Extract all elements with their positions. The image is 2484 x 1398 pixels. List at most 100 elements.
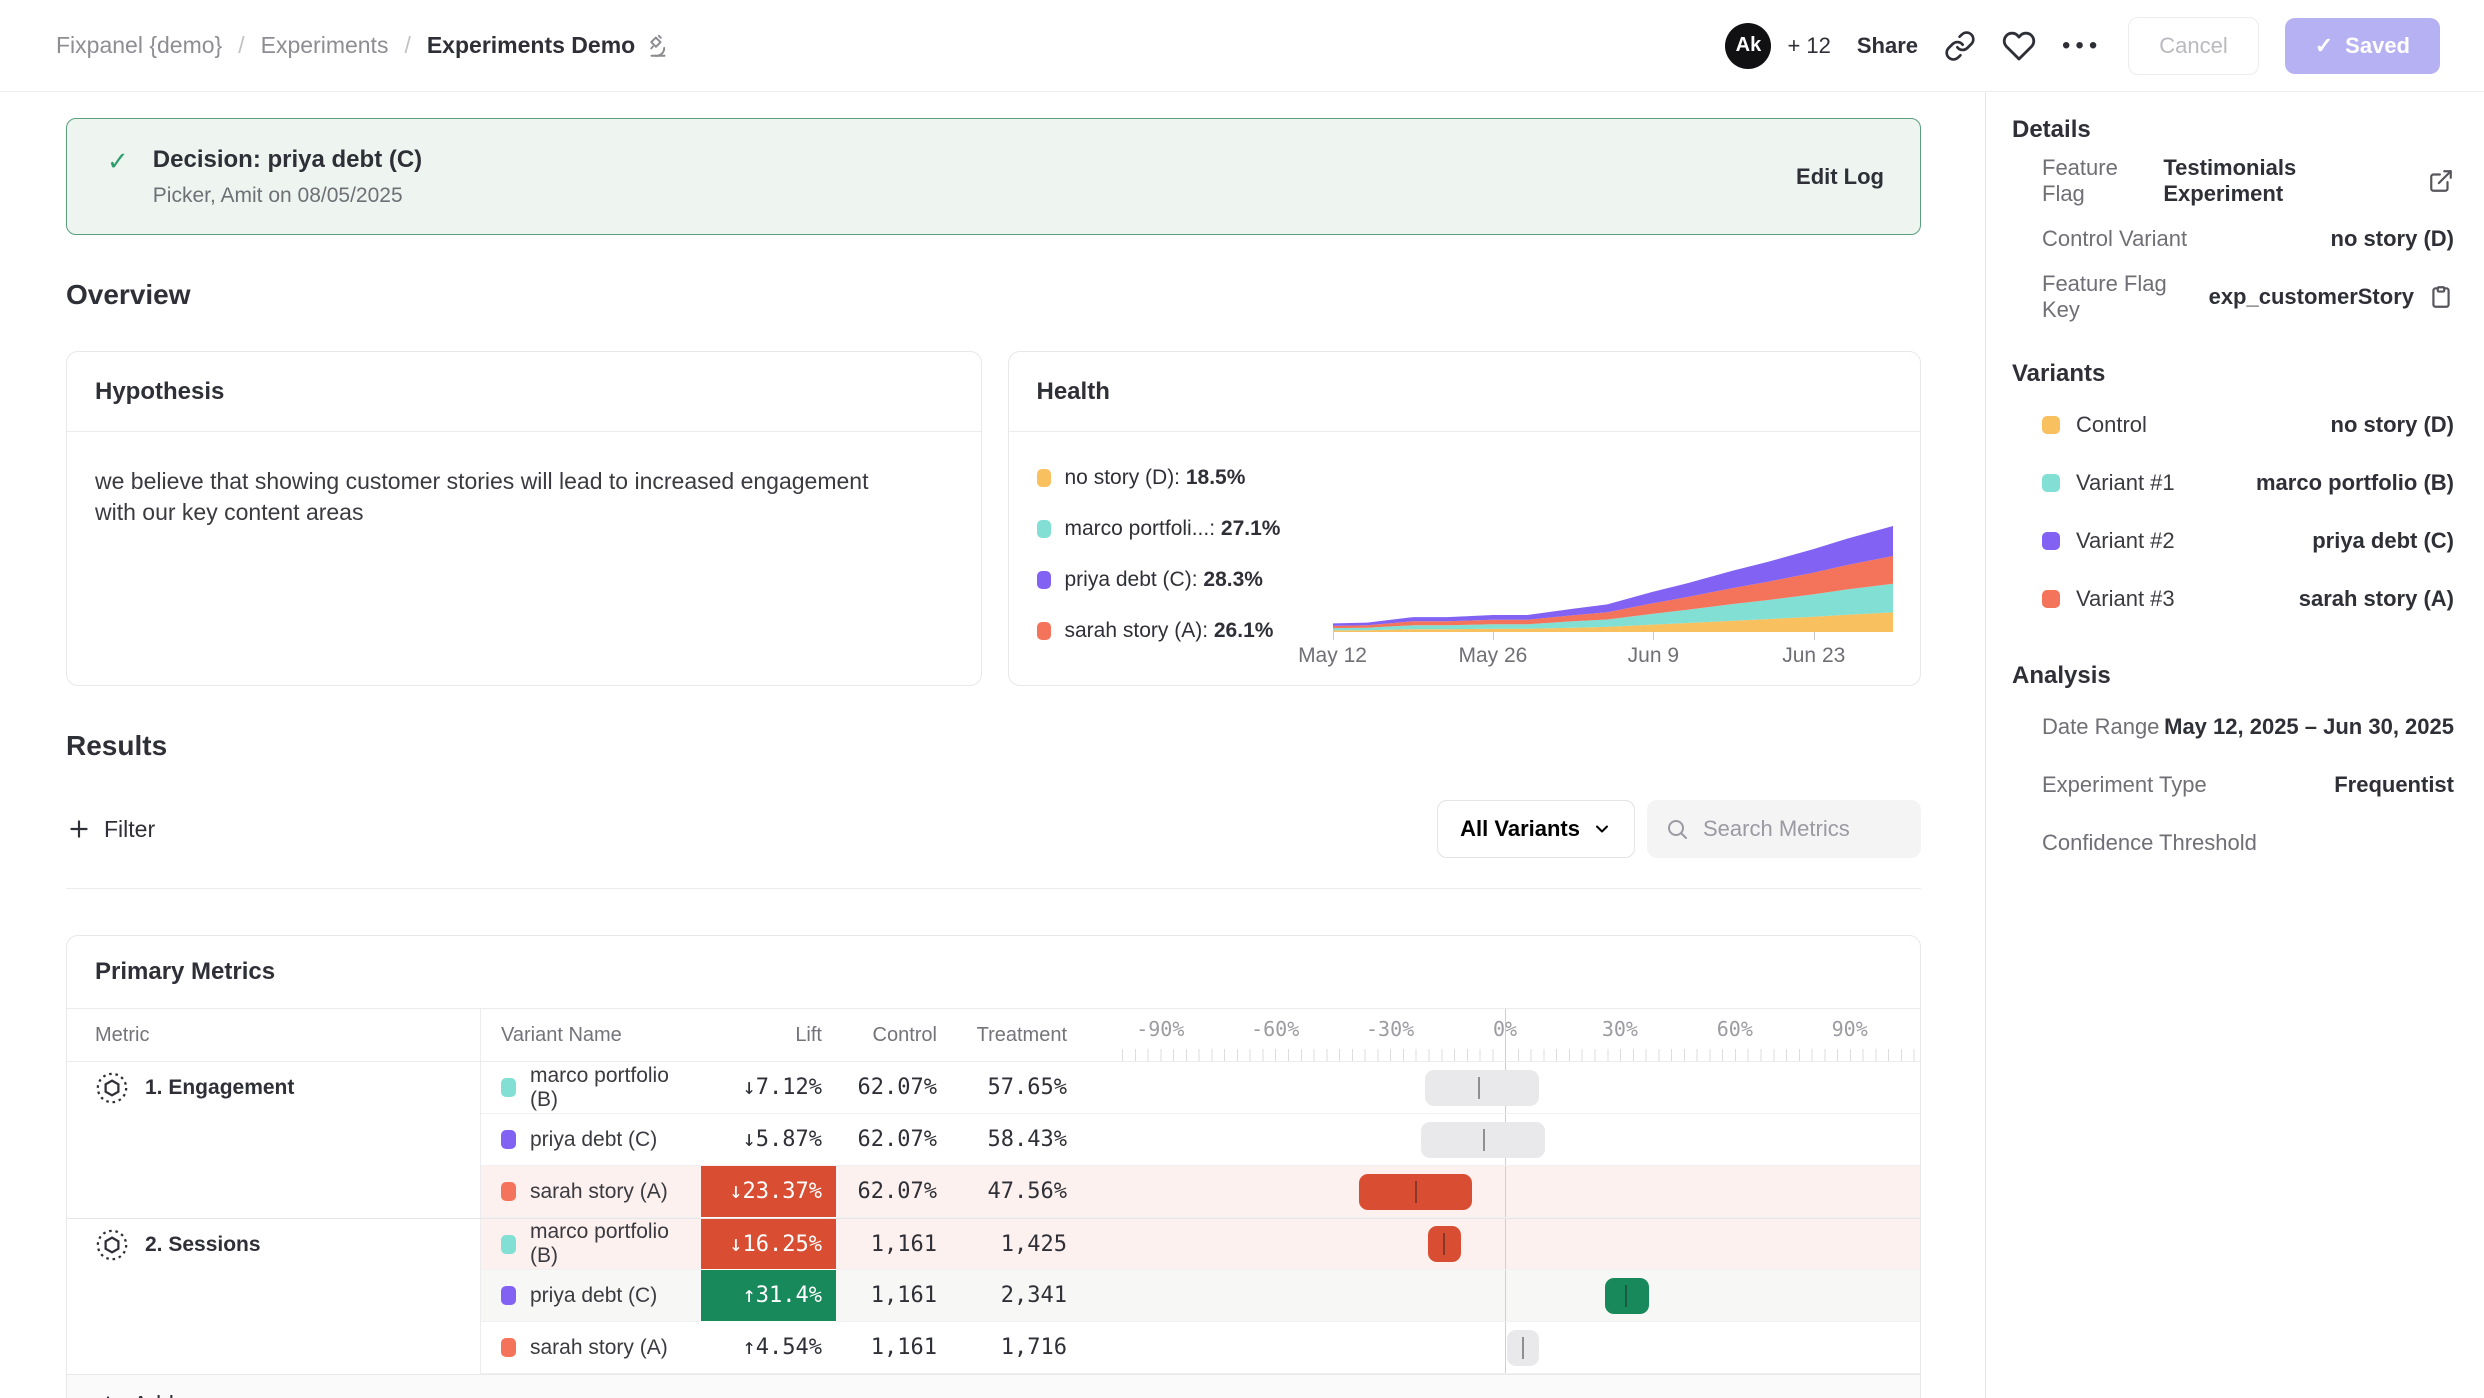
variant-name: marco portfolio (B) [530,1064,701,1112]
filter-button[interactable]: Filter [66,816,155,843]
breadcrumb: Fixpanel {demo} / Experiments / Experime… [56,32,671,59]
copy-button[interactable] [2428,284,2454,310]
variant-slot-name: Variant #2 [2076,528,2175,554]
legend-value: 18.5% [1186,466,1246,489]
variant-color-chip [501,1078,516,1097]
metric-name-cell [67,1322,481,1374]
cancel-button[interactable]: Cancel [2128,17,2258,75]
legend-item[interactable]: no story (D): 18.5% [1037,466,1333,490]
control-value: 1,161 [836,1218,951,1270]
ci-point-tick [1478,1077,1480,1099]
metric-table-row[interactable]: sarah story (A)↓23.37%62.07%47.56% [67,1166,1920,1218]
search-metrics-box [1647,800,1921,858]
treatment-value: 1,425 [951,1218,1081,1270]
external-link-icon[interactable] [2428,168,2454,194]
variant-label: Control [2042,412,2147,438]
legend-color-chip [1037,469,1051,487]
saved-button[interactable]: ✓ Saved [2285,18,2440,74]
metric-table-row[interactable]: sarah story (A)↑4.54%1,1611,716 [67,1322,1920,1374]
metric-table-row[interactable]: 2. Sessionsmarco portfolio (B)↓16.25%1,1… [67,1218,1920,1270]
ci-point-tick [1443,1233,1445,1255]
health-area-chart [1333,526,1893,632]
more-options-button[interactable]: ••• [2062,32,2102,60]
axis-tick-label: -60% [1251,1017,1299,1041]
avatar[interactable]: Ak [1725,23,1771,69]
ci-point-tick [1522,1337,1524,1359]
breadcrumb-current: Experiments Demo [427,32,671,59]
legend-color-chip [1037,520,1051,538]
legend-item[interactable]: sarah story (A): 26.1% [1037,619,1333,643]
add-metric-row: Add [67,1374,1920,1398]
variant-name-cell: priya debt (C) [481,1270,701,1322]
breadcrumb-experiments[interactable]: Experiments [261,32,389,59]
variant-slot-name: Control [2076,412,2147,438]
analysis-label: Experiment Type [2042,772,2207,798]
metric-name-cell: 1. Engagement [67,1062,481,1114]
analysis-row: Experiment TypeFrequentist [2012,756,2454,814]
variant-slot-name: Variant #1 [2076,470,2175,496]
axis-tick-label: 60% [1717,1017,1753,1041]
treatment-value: 47.56% [951,1166,1081,1218]
legend-item[interactable]: marco portfoli...: 27.1% [1037,517,1333,541]
search-metrics-input[interactable] [1703,816,1903,842]
variant-value: no story (D) [2331,412,2454,438]
plus-icon [66,816,92,842]
detail-label: Feature Flag [2042,155,2163,207]
ci-axis [1121,1270,1921,1321]
treatment-value: 57.65% [951,1062,1081,1114]
header-actions: Ak + 12 Share ••• Cancel ✓ Saved [1725,17,2440,75]
primary-metrics-title: Primary Metrics [67,936,1920,1008]
link-icon [1944,30,1976,62]
x-axis-label: Jun 23 [1782,644,1845,668]
col-control: Control [836,1009,951,1061]
variant-color-chip [501,1130,516,1149]
confidence-interval-cell [1081,1270,1921,1322]
share-button[interactable]: Share [1857,33,1918,59]
variant-name-cell: sarah story (A) [481,1166,701,1218]
copy-icon[interactable] [2428,284,2454,310]
col-metric: Metric [67,1009,481,1061]
variant-name: sarah story (A) [530,1180,668,1204]
control-value: 1,161 [836,1322,951,1374]
ci-point-tick [1625,1285,1627,1307]
legend-label: sarah story (A): 26.1% [1065,619,1274,643]
collaborators-count[interactable]: + 12 [1787,33,1830,59]
detail-value-text: exp_customerStory [2209,284,2414,310]
decision-banner: ✓ Decision: priya debt (C) Picker, Amit … [66,118,1921,235]
copy-link-button[interactable] [1944,30,1976,62]
variant-slot-name: Variant #3 [2076,586,2175,612]
plus-icon [95,1392,121,1398]
ci-axis [1121,1166,1921,1217]
legend-color-chip [1037,622,1051,640]
metric-table-row[interactable]: 1. Engagementmarco portfolio (B)↓7.12%62… [67,1062,1920,1114]
variants-dropdown[interactable]: All Variants [1437,800,1635,858]
col-treatment: Treatment [951,1009,1081,1061]
favorite-button[interactable] [2002,29,2036,63]
metric-name: 1. Engagement [145,1076,294,1100]
lift-value: ↓7.12% [701,1062,836,1114]
variant-color-chip [501,1182,516,1201]
ci-bar [1425,1070,1540,1106]
x-axis-label: Jun 9 [1628,644,1679,668]
variant-label: Variant #2 [2042,528,2175,554]
lift-value: ↑4.54% [701,1322,836,1374]
metric-table-row[interactable]: priya debt (C)↑31.4%1,1612,341 [67,1270,1920,1322]
legend-label: priya debt (C): 28.3% [1065,568,1263,592]
breadcrumb-project[interactable]: Fixpanel {demo} [56,32,222,59]
x-axis-label: May 26 [1458,644,1527,668]
edit-log-button[interactable]: Edit Log [1796,164,1884,190]
legend-value: 27.1% [1221,517,1281,540]
variant-name-cell: priya debt (C) [481,1114,701,1166]
variant-color-chip [2042,474,2060,492]
add-metric-button[interactable]: Add [95,1391,174,1398]
x-axis-tick [1333,632,1334,640]
col-variant-name: Variant Name [481,1009,701,1061]
analysis-label: Date Range [2042,714,2159,740]
goal-target-icon [95,1071,129,1105]
legend-item[interactable]: priya debt (C): 28.3% [1037,568,1333,592]
external-link-button[interactable] [2428,168,2454,194]
metric-table-row[interactable]: priya debt (C)↓5.87%62.07%58.43% [67,1114,1920,1166]
ci-axis [1121,1322,1921,1373]
axis-tick-label: 30% [1602,1017,1638,1041]
axis-ticks [1121,1049,1921,1061]
